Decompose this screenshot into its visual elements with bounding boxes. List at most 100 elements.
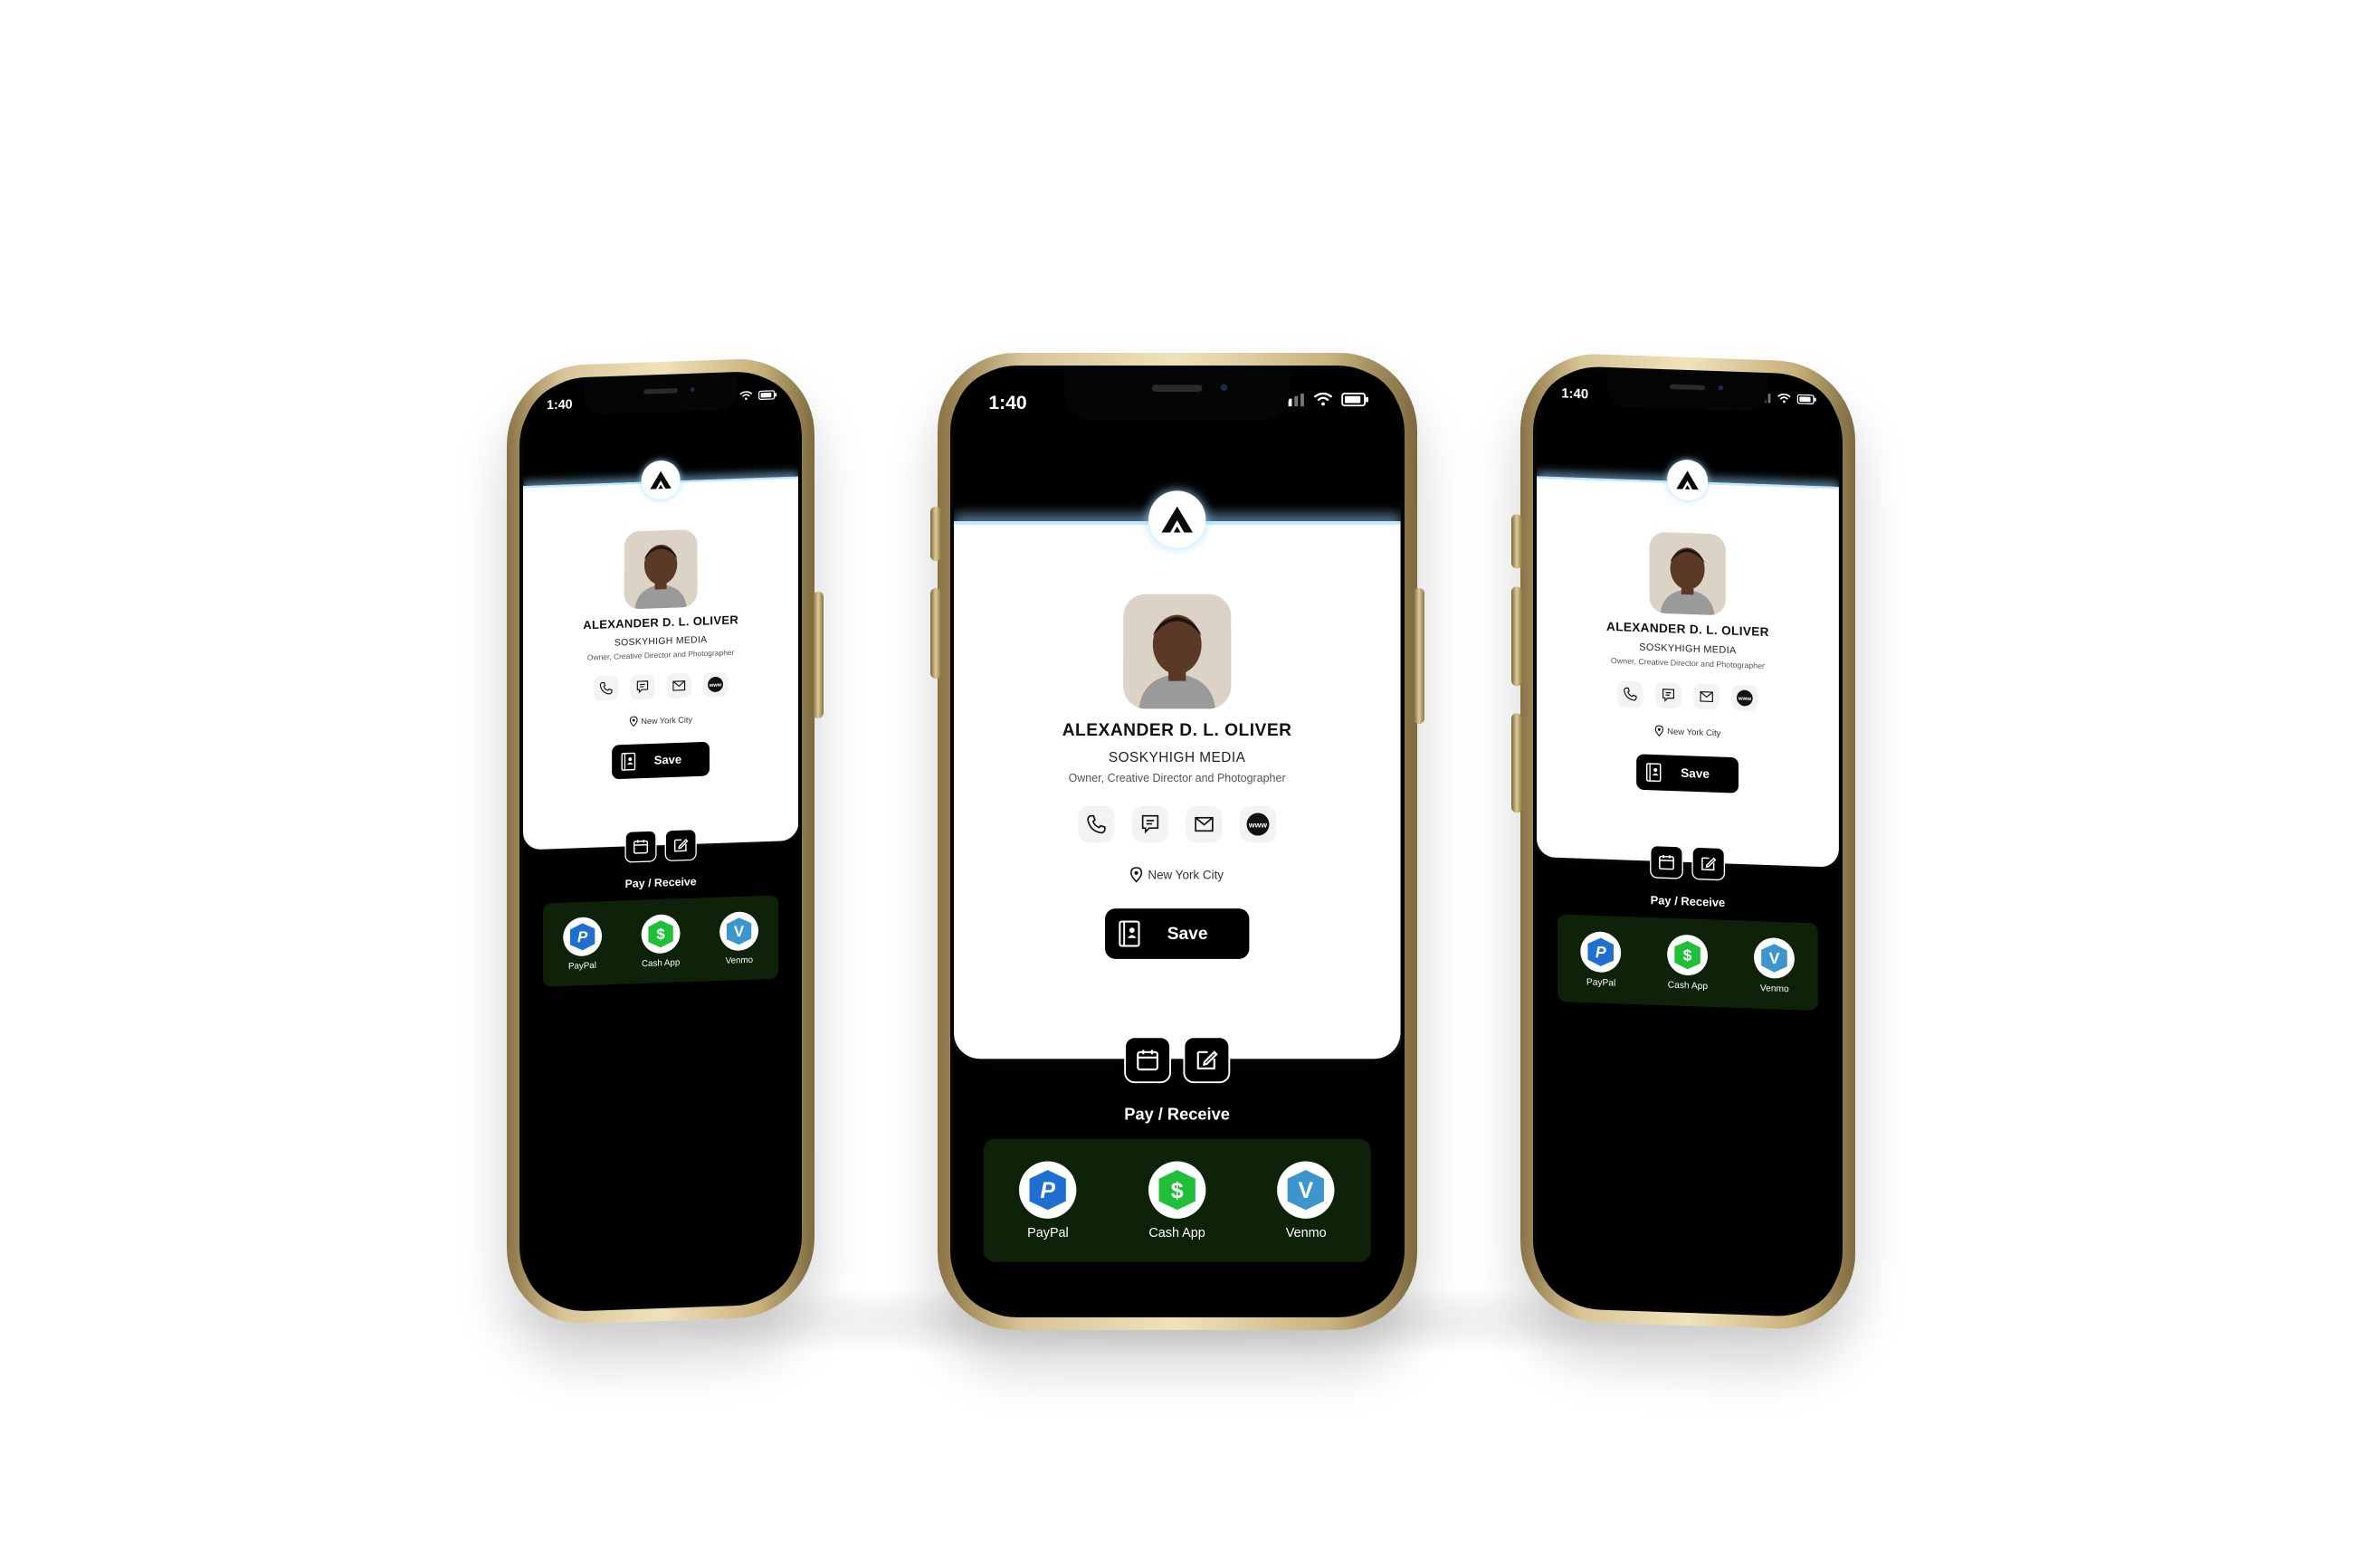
call-button[interactable] [594,675,619,701]
a-mountain-logo-icon [1161,506,1193,533]
calendar-button[interactable] [624,830,657,863]
call-button[interactable] [1078,805,1115,843]
payment-venmo[interactable]: V Venmo [710,910,768,965]
edit-note-icon [1701,857,1717,871]
payment-label: Venmo [1285,1225,1327,1240]
profile-card: ALEXANDER D. L. OLIVER SOSKYHIGH MEDIA O… [1537,476,1839,868]
mockup-stage: 1:40 ALEXANDER D. L. OLIVER SOSKYHIGH ME… [0,0,2353,1568]
svg-text:V: V [734,923,745,940]
payment-paypal[interactable]: P PayPal [1005,1161,1091,1240]
contact-book-icon [621,752,636,771]
screen-ui: 1:40 ALEXANDER D. L. OLIVER SOSKYHIGH ME… [1537,368,1839,1314]
message-icon [1662,689,1675,702]
payment-paypal[interactable]: P PayPal [1570,930,1632,988]
profile-card: ALEXANDER D. L. OLIVER SOSKYHIGH MEDIA O… [523,476,798,851]
message-icon [1141,814,1158,834]
location-text: New York City [1667,726,1721,738]
email-button[interactable] [1186,805,1223,843]
payment-label: Venmo [1759,982,1789,994]
profile-photo [624,528,698,610]
payment-panel: P PayPal $ Cash App V Venmo [543,895,779,987]
paypal-icon: P [1580,930,1622,974]
payment-label: Cash App [1148,1225,1205,1240]
contact-actions: www [954,805,1400,843]
location-pin-icon [629,716,638,727]
edit-note-button[interactable] [1183,1036,1231,1084]
calendar-button[interactable] [1124,1036,1171,1084]
message-button[interactable] [1131,805,1168,843]
speaker [1151,385,1203,392]
a-mountain-logo-icon [650,470,672,489]
website-button[interactable]: www [1239,805,1277,843]
profile-photo [1123,594,1232,709]
calendar-icon [634,840,649,854]
phone-right: 1:40 ALEXANDER D. L. OLIVER SOSKYHIGH ME… [1511,351,1855,1332]
contact-actions: www [523,670,798,704]
phone-icon [1624,687,1637,701]
payment-cashapp[interactable]: $ Cash App [632,913,691,968]
svg-text:$: $ [656,926,665,943]
location: New York City [1537,721,1839,743]
pay-receive-title: Pay / Receive [624,875,697,891]
message-button[interactable] [630,674,655,700]
payment-label: PayPal [1027,1225,1069,1240]
location-text: New York City [641,714,692,727]
payment-panel: P PayPal $ Cash App V Venmo [1558,914,1818,1012]
message-icon [636,680,649,694]
email-icon [672,680,686,691]
pay-receive-title: Pay / Receive [1650,894,1726,910]
svg-text:P: P [577,928,588,946]
location-text: New York City [1148,868,1224,882]
location: New York City [954,867,1400,883]
payment-cashapp[interactable]: $ Cash App [1657,934,1719,992]
payment-label: Cash App [641,956,681,969]
notch [584,375,738,415]
side-button [930,507,941,561]
save-contact-button[interactable]: Save [612,741,710,780]
phone-icon [1087,814,1106,834]
website-button[interactable]: www [702,671,729,698]
payment-cashapp[interactable]: $ Cash App [1134,1161,1221,1240]
payment-venmo[interactable]: V Venmo [1262,1161,1349,1240]
email-icon [1700,691,1714,703]
phone-icon [599,681,613,695]
profile-name: ALEXANDER D. L. OLIVER [583,613,739,632]
svg-text:P: P [1041,1177,1056,1202]
payment-venmo[interactable]: V Venmo [1744,936,1805,994]
svg-text:www: www [1248,820,1267,829]
cash-app-icon: $ [1667,934,1709,976]
email-button[interactable] [666,672,691,699]
payment-label: PayPal [567,960,596,972]
screen: 1:40 ALEXANDER D. L. OLIVER SOSKYHIGH ME… [523,373,798,1310]
brand-logo [1148,490,1206,548]
email-button[interactable] [1693,683,1720,710]
screen: 1:40 ALEXANDER D. L. OLIVER SOSKYHIGH ME… [1537,368,1839,1315]
svg-text:V: V [1769,949,1780,967]
tool-actions [954,1036,1400,1084]
website-icon: www [1246,813,1270,836]
paypal-icon: P [1019,1161,1077,1219]
svg-text:$: $ [1683,946,1692,964]
speaker [643,388,679,394]
wifi-icon [1313,392,1333,406]
payment-paypal[interactable]: P PayPal [553,916,612,971]
calendar-button[interactable] [1650,844,1684,879]
website-icon: www [708,677,724,692]
phone-center: 1:40 ALEXANDER D. L. OLIVER SOSKYHIGH ME… [930,353,1424,1330]
location-pin-icon [1130,867,1143,883]
message-button[interactable] [1655,681,1682,709]
camera [1718,385,1724,391]
payment-label: PayPal [1586,976,1616,988]
screen: 1:40 ALEXANDER D. L. OLIVER SOSKYHIGH ME… [954,369,1401,1314]
website-button[interactable]: www [1731,684,1758,712]
edit-note-button[interactable] [1691,846,1726,881]
edit-note-button[interactable] [664,828,697,862]
paypal-icon: P [562,916,602,957]
save-contact-button[interactable]: Save [1104,908,1250,959]
call-button[interactable] [1617,680,1643,708]
venmo-icon: V [719,910,759,952]
battery-icon [1340,392,1368,407]
profile-name: ALEXANDER D. L. OLIVER [1062,720,1292,740]
save-button-label: Save [653,753,682,767]
save-contact-button[interactable]: Save [1636,754,1739,794]
